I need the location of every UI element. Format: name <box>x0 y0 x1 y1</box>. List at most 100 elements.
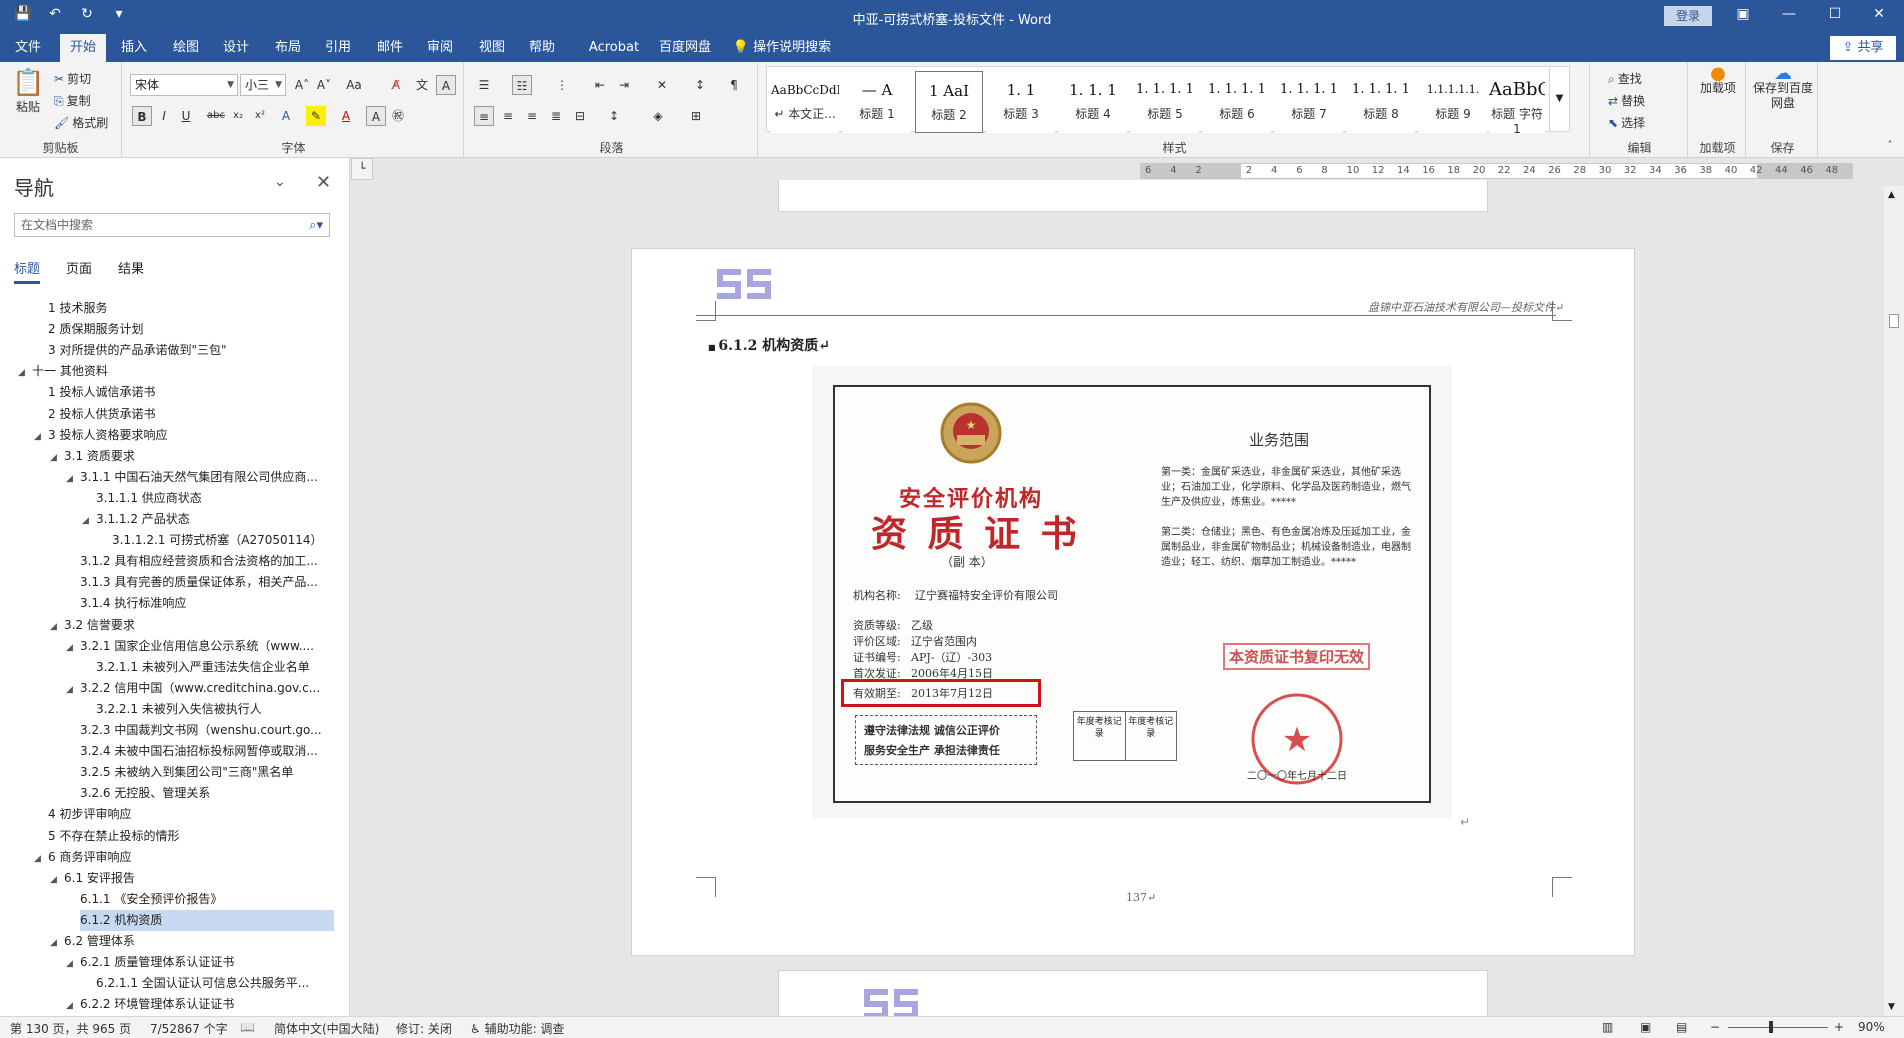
collapse-triangle-icon[interactable]: ◢ <box>66 996 80 1015</box>
change-case-icon[interactable]: Aa <box>344 75 364 95</box>
tab-baidu-netdisk[interactable]: 百度网盘 <box>652 34 718 62</box>
style-gallery-more-icon[interactable]: ▼ <box>1549 67 1569 131</box>
subscript-icon[interactable]: x₂ <box>228 106 248 126</box>
tab-references[interactable]: 引用 <box>316 34 360 62</box>
collapse-triangle-icon[interactable]: ◢ <box>50 933 64 952</box>
tab-view[interactable]: 视图 <box>470 34 514 62</box>
save-to-baidu-button[interactable]: ☁ 保存到百度网盘 <box>1752 65 1814 111</box>
tab-home[interactable]: 开始 <box>60 34 106 62</box>
format-painter-button[interactable]: 🖌 格式刷 <box>54 114 108 131</box>
char-border-icon[interactable]: A <box>436 75 456 95</box>
nav-item[interactable]: ◢ 6.1 安评报告 <box>50 868 320 889</box>
close-icon[interactable]: ✕ <box>316 172 331 193</box>
nav-item[interactable]: 3.2.4 未被中国石油招标投标网暂停或取消... <box>80 741 334 762</box>
nav-item[interactable]: 3.2.2.1 未被列入失信被执行人 <box>96 699 334 720</box>
increase-indent-icon[interactable]: ⇥ <box>614 75 634 95</box>
nav-item[interactable]: 3.1.4 执行标准响应 <box>80 593 334 614</box>
nav-item[interactable]: 3.1.1.2.1 可捞式桥塞（A27050114） <box>112 530 334 551</box>
find-button[interactable]: ⌕ 查找 <box>1608 70 1642 87</box>
nav-item[interactable]: 3.2.6 无控股、管理关系 <box>80 783 334 804</box>
style-heading-3[interactable]: 1. 1 标题 3 <box>987 71 1055 133</box>
tab-file[interactable]: 文件 <box>8 34 48 62</box>
zoom-slider-thumb[interactable] <box>1768 1021 1773 1033</box>
style-heading-5[interactable]: 1. 1. 1. 1 标题 5 <box>1131 71 1199 133</box>
web-layout-icon[interactable]: ▤ <box>1676 1020 1687 1034</box>
nav-item[interactable]: 4 初步评审响应 <box>48 804 334 825</box>
copy-button[interactable]: ⎘ 复制 <box>54 92 91 109</box>
proofing-icon[interactable]: 📖 <box>240 1020 255 1034</box>
strikethrough-icon[interactable]: abc <box>206 106 226 126</box>
align-right-icon[interactable]: ≡ <box>522 106 542 126</box>
collapse-triangle-icon[interactable]: ◢ <box>66 680 80 699</box>
chinese-layout-icon[interactable]: ✕ <box>652 75 672 95</box>
align-left-icon[interactable]: ≡ <box>474 106 494 126</box>
nav-item[interactable]: 3.2.5 未被纳入到集团公司"三商"黑名单 <box>80 762 334 783</box>
bold-icon[interactable]: B <box>132 106 152 126</box>
justify-icon[interactable]: ≣ <box>546 106 566 126</box>
style-heading-9[interactable]: 1.1.1.1.1. 标题 9 <box>1419 71 1487 133</box>
nav-item[interactable]: 3 对所提供的产品承诺做到"三包" <box>48 340 334 361</box>
collapse-triangle-icon[interactable]: ◢ <box>50 617 64 636</box>
login-button[interactable]: 登录 <box>1664 6 1712 26</box>
show-marks-icon[interactable]: ¶ <box>724 75 744 95</box>
horizontal-ruler[interactable]: 6 4 2 2 4 6 8 10 12 14 16 18 20 22 24 26 28 30 32 34 36 38 40 4… <box>1140 163 1853 179</box>
nav-item[interactable]: ◢ 6 商务评审响应 <box>34 847 320 868</box>
page-count[interactable]: 第 130 页，共 965 页 <box>10 1020 131 1037</box>
nav-item[interactable]: ◢ 6.2.2 环境管理体系认证证书 <box>66 994 320 1015</box>
borders-icon[interactable]: ⊞ <box>686 106 706 126</box>
tab-review[interactable]: 审阅 <box>418 34 462 62</box>
align-center-icon[interactable]: ≡ <box>498 106 518 126</box>
char-shading-icon[interactable]: A <box>366 106 386 126</box>
style-heading-6[interactable]: 1. 1. 1. 1 标题 6 <box>1203 71 1271 133</box>
close-icon[interactable]: ✕ <box>1868 6 1890 22</box>
nav-item[interactable]: 6.1.2 机构资质 <box>80 909 334 931</box>
tab-selector-icon[interactable]: └ <box>351 158 373 180</box>
text-effects-icon[interactable]: A <box>276 106 296 126</box>
tab-acrobat[interactable]: Acrobat <box>576 34 652 62</box>
nav-item[interactable]: ◢ 3.2 信誉要求 <box>50 615 320 636</box>
nav-item[interactable]: ◢ 3.1.1.2 产品状态 <box>82 509 320 530</box>
style-heading-1[interactable]: — A 标题 1 <box>843 71 911 133</box>
style-heading-7[interactable]: 1. 1. 1. 1 标题 7 <box>1275 71 1343 133</box>
numbering-icon[interactable]: ☷ <box>512 75 532 95</box>
clear-format-icon[interactable]: A̸ <box>386 75 406 95</box>
nav-search-input[interactable]: 在文档中搜索 ⌕▾ <box>14 213 330 237</box>
collapse-triangle-icon[interactable]: ◢ <box>34 849 48 868</box>
search-icon[interactable]: ⌕▾ <box>309 215 323 237</box>
shrink-font-icon[interactable]: A˅ <box>314 75 334 95</box>
minimize-icon[interactable]: — <box>1778 6 1800 22</box>
collapse-triangle-icon[interactable]: ◢ <box>50 448 64 467</box>
scroll-thumb[interactable] <box>1889 314 1899 328</box>
zoom-out-icon[interactable]: − <box>1710 1020 1720 1034</box>
nav-item[interactable]: ◢ 3 投标人资格要求响应 <box>34 425 320 446</box>
nav-item[interactable]: 3.2.1.1 未被列入严重违法失信企业名单 <box>96 657 334 678</box>
shading-icon[interactable]: ◈ <box>648 106 668 126</box>
print-layout-icon[interactable]: ▣ <box>1640 1020 1651 1034</box>
share-button[interactable]: ⇪ 共享 <box>1830 36 1896 60</box>
grow-font-icon[interactable]: A˄ <box>292 75 312 95</box>
tab-layout[interactable]: 布局 <box>266 34 310 62</box>
font-color-icon[interactable]: A <box>336 106 356 126</box>
superscript-icon[interactable]: x² <box>250 106 270 126</box>
multilevel-list-icon[interactable]: ⋮ <box>552 75 572 95</box>
nav-item[interactable]: 3.2.3 中国裁判文书网（wenshu.court.go... <box>80 720 334 741</box>
tab-pages[interactable]: 页面 <box>66 258 92 284</box>
italic-icon[interactable]: I <box>154 106 174 126</box>
style-heading-char[interactable]: AaBbC 标题 字符1 <box>1489 71 1545 136</box>
collapse-triangle-icon[interactable]: ◢ <box>34 427 48 446</box>
nav-item[interactable]: ◢ 6.2.1 质量管理体系认证证书 <box>66 952 320 973</box>
select-button[interactable]: ⬉ 选择 <box>1608 114 1645 131</box>
nav-item[interactable]: ◢ 6.2 管理体系 <box>50 931 320 952</box>
collapse-triangle-icon[interactable]: ◢ <box>50 870 64 889</box>
collapse-triangle-icon[interactable]: ◢ <box>66 469 80 488</box>
zoom-slider-track[interactable] <box>1728 1027 1828 1028</box>
replace-button[interactable]: ⇄ 替换 <box>1608 92 1645 109</box>
nav-item[interactable]: 2 投标人供货承诺书 <box>48 404 334 425</box>
nav-item[interactable]: 3.1.2 具有相应经营资质和合法资格的加工... <box>80 551 334 572</box>
read-mode-icon[interactable]: ▥ <box>1602 1020 1613 1034</box>
decrease-indent-icon[interactable]: ⇤ <box>590 75 610 95</box>
nav-item[interactable]: 3.1.1.1 供应商状态 <box>96 488 334 509</box>
tab-insert[interactable]: 插入 <box>112 34 156 62</box>
nav-item[interactable]: ◢ 3.2.1 国家企业信用信息公示系统（www.... <box>66 636 320 657</box>
zoom-in-icon[interactable]: + <box>1834 1020 1844 1034</box>
